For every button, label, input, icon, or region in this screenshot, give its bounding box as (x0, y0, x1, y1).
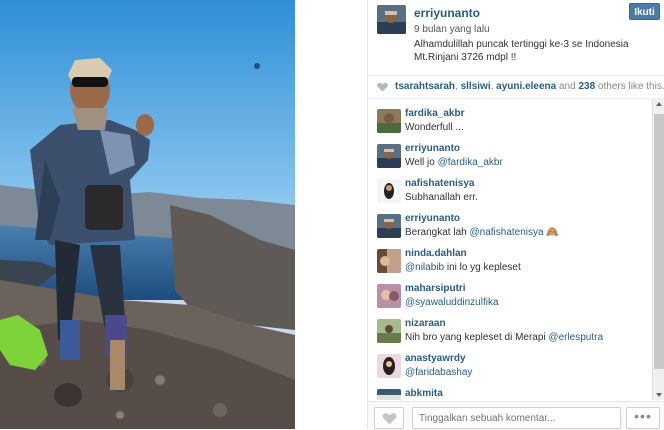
comment-input[interactable] (412, 407, 621, 429)
comment-mention[interactable]: @erlesputra (548, 332, 603, 343)
post-photo[interactable] (0, 0, 295, 429)
comment-text: @nilabib ini lo yg kepleset (405, 262, 521, 273)
likes-count[interactable]: 238 (578, 81, 595, 92)
comment-body: ini lo yg kepleset (444, 262, 521, 273)
comment-username[interactable]: nizaraan (405, 318, 446, 329)
comment-text: Subhanallah err. (405, 192, 478, 203)
comment-text: Well jo @fardika_akbr (405, 157, 503, 168)
likes-row: tsarahtsarah, sllsiwi, ayuni.eleena and … (368, 76, 664, 99)
liker-2[interactable]: sllsiwi (461, 81, 491, 92)
post-header: erriyunanto 9 bulan yang lalu Alhamdulil… (368, 0, 664, 76)
scroll-up-icon[interactable] (656, 102, 662, 106)
post-sidebar: erriyunanto 9 bulan yang lalu Alhamdulil… (367, 0, 664, 430)
comment-text: Berangkat lah @nafishatenisya 🙈 (405, 227, 559, 238)
owner-avatar[interactable] (377, 5, 406, 34)
commenter-avatar[interactable] (377, 144, 401, 168)
commenter-avatar[interactable] (377, 319, 401, 343)
comment-item: abkmita (368, 379, 651, 400)
comment-username[interactable]: maharsiputri (405, 283, 466, 294)
comment-username[interactable]: nafishatenisya (405, 178, 474, 189)
comment-text: Wonderfull ... (405, 122, 464, 133)
caption-line-2: Mt.Rinjani 3726 mdpl !! (414, 52, 517, 63)
follow-button[interactable]: Ikuti (629, 3, 660, 20)
post-caption: Alhamdulillah puncak tertinggi ke-3 se I… (414, 38, 649, 64)
scroll-down-icon[interactable] (656, 393, 662, 397)
commenter-avatar[interactable] (377, 389, 401, 400)
commenter-avatar[interactable] (377, 354, 401, 378)
comment-item: fardika_akbr Wonderfull ... (368, 99, 651, 134)
comments-list: fardika_akbr Wonderfull ... erriyunanto … (368, 99, 651, 400)
heart-icon (382, 413, 397, 425)
comment-item: erriyunanto Berangkat lah @nafishatenisy… (368, 204, 651, 239)
like-button[interactable] (374, 407, 404, 429)
summit-photo-image (0, 0, 295, 429)
caption-line-1: Alhamdulillah puncak tertinggi ke-3 se I… (414, 39, 629, 50)
comment-item: anastyawrdy @faridabashay (368, 344, 651, 379)
liker-1[interactable]: tsarahtsarah (395, 81, 455, 92)
comment-text: Nih bro yang kepleset di Merapi @erlespu… (405, 332, 603, 343)
likes-text: tsarahtsarah, sllsiwi, ayuni.eleena and … (395, 81, 664, 92)
scroll-thumb[interactable] (654, 114, 664, 369)
comment-username[interactable]: ninda.dahlan (405, 248, 467, 259)
heart-icon (377, 82, 388, 92)
commenter-avatar[interactable] (377, 284, 401, 308)
comment-mention[interactable]: @nilabib (405, 262, 444, 273)
comment-item: ninda.dahlan @nilabib ini lo yg kepleset (368, 239, 651, 274)
commenter-avatar[interactable] (377, 179, 401, 203)
comment-item: nafishatenisya Subhanallah err. (368, 169, 651, 204)
comment-username[interactable]: erriyunanto (405, 143, 460, 154)
comment-item: nizaraan Nih bro yang kepleset di Merapi… (368, 309, 651, 344)
comment-body: Berangkat lah (405, 227, 470, 238)
comment-body: Nih bro yang kepleset di Merapi (405, 332, 549, 343)
comment-mention[interactable]: @faridabashay (405, 367, 472, 378)
comment-username[interactable]: anastyawrdy (405, 353, 466, 364)
comment-username[interactable]: fardika_akbr (405, 108, 464, 119)
commenter-avatar[interactable] (377, 109, 401, 133)
comment-footer: ••• (368, 401, 664, 430)
comment-mention[interactable]: @nafishatenisya (470, 227, 544, 238)
comment-body: Well jo (405, 157, 438, 168)
comment-emoji: 🙈 (543, 227, 559, 238)
comment-mention[interactable]: @syawaluddinzulfika (405, 297, 499, 308)
commenter-avatar[interactable] (377, 249, 401, 273)
post-time: 9 bulan yang lalu (414, 24, 490, 35)
comment-username[interactable]: erriyunanto (405, 213, 460, 224)
comment-text: @faridabashay (405, 367, 472, 378)
more-options-button[interactable]: ••• (626, 407, 660, 429)
comment-username[interactable]: abkmita (405, 388, 443, 399)
comments-scrollbar[interactable] (652, 99, 664, 400)
commenter-avatar[interactable] (377, 214, 401, 238)
comment-text: @syawaluddinzulfika (405, 297, 499, 308)
liker-3[interactable]: ayuni.eleena (496, 81, 556, 92)
comment-item: maharsiputri @syawaluddinzulfika (368, 274, 651, 309)
comment-mention[interactable]: @fardika_akbr (438, 157, 503, 168)
owner-username[interactable]: erriyunanto (414, 6, 480, 20)
comment-item: erriyunanto Well jo @fardika_akbr (368, 134, 651, 169)
likes-suffix: others like this. (597, 81, 664, 92)
